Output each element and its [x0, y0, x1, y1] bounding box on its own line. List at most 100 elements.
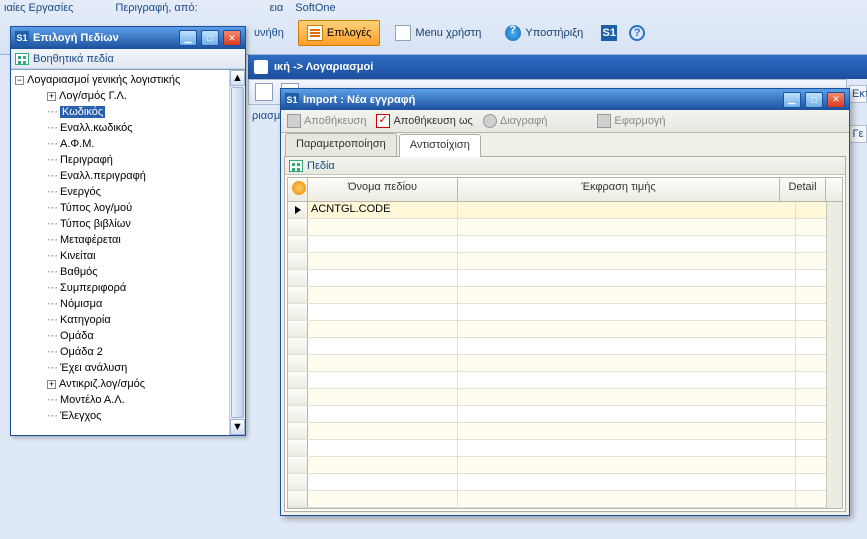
- cell-expr[interactable]: [458, 355, 796, 371]
- help-button[interactable]: ?: [626, 22, 648, 44]
- table-row[interactable]: [288, 389, 842, 406]
- tree-item[interactable]: ⋯Νόμισμα: [11, 296, 245, 312]
- tool-icon[interactable]: [255, 83, 273, 101]
- titlebar[interactable]: S1 Import : Νέα εγγραφή ▁ □ ✕: [281, 89, 849, 110]
- table-row[interactable]: ACNTGL.CODE0: [288, 202, 842, 219]
- table-row[interactable]: [288, 457, 842, 474]
- tree-item[interactable]: ⋯Βαθμός: [11, 264, 245, 280]
- minimize-button[interactable]: ▁: [179, 30, 197, 46]
- tree-item[interactable]: ⋯Ενεργός: [11, 184, 245, 200]
- grid-body[interactable]: ACNTGL.CODE0: [288, 202, 842, 508]
- cell-name[interactable]: [308, 338, 458, 354]
- cell-name[interactable]: [308, 270, 458, 286]
- save-as-button[interactable]: Αποθήκευση ως: [376, 114, 472, 128]
- tree-item[interactable]: ⋯Μοντέλο Α.Λ.: [11, 392, 245, 408]
- table-row[interactable]: [288, 270, 842, 287]
- cell-name[interactable]: ACNTGL.CODE: [308, 202, 458, 218]
- table-row[interactable]: [288, 304, 842, 321]
- cell-expr[interactable]: [458, 287, 796, 303]
- table-row[interactable]: [288, 338, 842, 355]
- cell-expr[interactable]: [458, 423, 796, 439]
- close-button[interactable]: ✕: [827, 92, 845, 108]
- tree-item[interactable]: ⋯Α.Φ.Μ.: [11, 136, 245, 152]
- tab-mapping[interactable]: Αντιστοίχιση: [399, 134, 481, 157]
- table-row[interactable]: [288, 236, 842, 253]
- table-row[interactable]: [288, 219, 842, 236]
- user-menu-button[interactable]: Menu χρήστη: [386, 20, 490, 46]
- table-row[interactable]: [288, 474, 842, 491]
- cell-name[interactable]: [308, 474, 458, 490]
- maximize-button[interactable]: □: [805, 92, 823, 108]
- table-row[interactable]: [288, 491, 842, 508]
- cell-name[interactable]: [308, 457, 458, 473]
- cell-expr[interactable]: [458, 457, 796, 473]
- table-row[interactable]: [288, 423, 842, 440]
- scrollbar[interactable]: ▲ ▼: [229, 70, 245, 435]
- cell-expr[interactable]: [458, 219, 796, 235]
- cell-name[interactable]: [308, 253, 458, 269]
- collapse-icon[interactable]: −: [15, 76, 24, 85]
- scroll-thumb[interactable]: [231, 87, 244, 418]
- tree-item[interactable]: ⋯Τύπος λογ/μού: [11, 200, 245, 216]
- tree-item[interactable]: ⋯Εναλλ.περιγραφή: [11, 168, 245, 184]
- column-header-name[interactable]: Όνομα πεδίου: [308, 178, 458, 201]
- cell-name[interactable]: [308, 236, 458, 252]
- scroll-down-button[interactable]: ▼: [230, 419, 245, 435]
- cell-name[interactable]: [308, 287, 458, 303]
- tree-view[interactable]: −Λογαριασμοί γενικής λογιστικής+Λογ/σμός…: [11, 69, 245, 435]
- minimize-button[interactable]: ▁: [783, 92, 801, 108]
- dock-tab[interactable]: Γε: [849, 125, 867, 143]
- cell-expr[interactable]: [458, 372, 796, 388]
- maximize-button[interactable]: □: [201, 30, 219, 46]
- table-row[interactable]: [288, 321, 842, 338]
- cell-name[interactable]: [308, 355, 458, 371]
- tree-item[interactable]: ⋯Έλεγχος: [11, 408, 245, 424]
- tree-item[interactable]: ⋯Περιγραφή: [11, 152, 245, 168]
- dock-tab[interactable]: Εκτ: [849, 85, 867, 103]
- tree-item[interactable]: +Αντικριζ.λογ/σμός: [11, 376, 245, 392]
- table-row[interactable]: [288, 287, 842, 304]
- table-row[interactable]: [288, 440, 842, 457]
- bg-menu-item[interactable]: εια: [270, 2, 284, 14]
- tree-item[interactable]: ⋯Κινείται: [11, 248, 245, 264]
- cell-expr[interactable]: [458, 304, 796, 320]
- cell-expr[interactable]: [458, 406, 796, 422]
- table-row[interactable]: [288, 406, 842, 423]
- table-row[interactable]: [288, 372, 842, 389]
- tree-item[interactable]: ⋯Ομάδα: [11, 328, 245, 344]
- tree-item[interactable]: ⋯Ομάδα 2: [11, 344, 245, 360]
- mapping-grid[interactable]: Όνομα πεδίου Έκφραση τιμής Detail ACNTGL…: [287, 177, 843, 509]
- cell-expr[interactable]: [458, 270, 796, 286]
- tree-item[interactable]: ⋯Κωδικός: [11, 104, 245, 120]
- tree-item[interactable]: ⋯Κατηγορία: [11, 312, 245, 328]
- support-button[interactable]: Υποστήριξη: [496, 20, 592, 46]
- cell-name[interactable]: [308, 423, 458, 439]
- cell-expr[interactable]: [458, 338, 796, 354]
- gear-icon[interactable]: [292, 181, 306, 195]
- tree-item[interactable]: +Λογ/σμός Γ.Λ.: [11, 88, 245, 104]
- cell-name[interactable]: [308, 304, 458, 320]
- tree-item[interactable]: ⋯Έχει ανάλυση: [11, 360, 245, 376]
- options-button[interactable]: Επιλογές: [298, 20, 381, 46]
- table-row[interactable]: [288, 355, 842, 372]
- cell-name[interactable]: [308, 440, 458, 456]
- table-row[interactable]: [288, 253, 842, 270]
- tree-root[interactable]: −Λογαριασμοί γενικής λογιστικής: [11, 72, 245, 88]
- column-header-expr[interactable]: Έκφραση τιμής: [458, 178, 780, 201]
- cell-name[interactable]: [308, 491, 458, 507]
- cell-name[interactable]: [308, 389, 458, 405]
- cell-expr[interactable]: [458, 253, 796, 269]
- bg-menu-item[interactable]: ιαίες Εργασίες: [4, 2, 73, 14]
- scroll-up-button[interactable]: ▲: [230, 70, 245, 86]
- expand-icon[interactable]: +: [47, 92, 56, 101]
- expand-icon[interactable]: +: [47, 380, 56, 389]
- cell-expr[interactable]: [458, 491, 796, 507]
- cell-expr[interactable]: [458, 236, 796, 252]
- cell-expr[interactable]: [458, 321, 796, 337]
- home-icon[interactable]: [254, 60, 268, 74]
- titlebar[interactable]: S1 Επιλογή Πεδίων ▁ □ ✕: [11, 27, 245, 49]
- s1-button[interactable]: S1: [598, 22, 620, 44]
- cell-name[interactable]: [308, 219, 458, 235]
- tree-item[interactable]: ⋯Εναλλ.κωδικός: [11, 120, 245, 136]
- column-header-detail[interactable]: Detail: [780, 178, 826, 201]
